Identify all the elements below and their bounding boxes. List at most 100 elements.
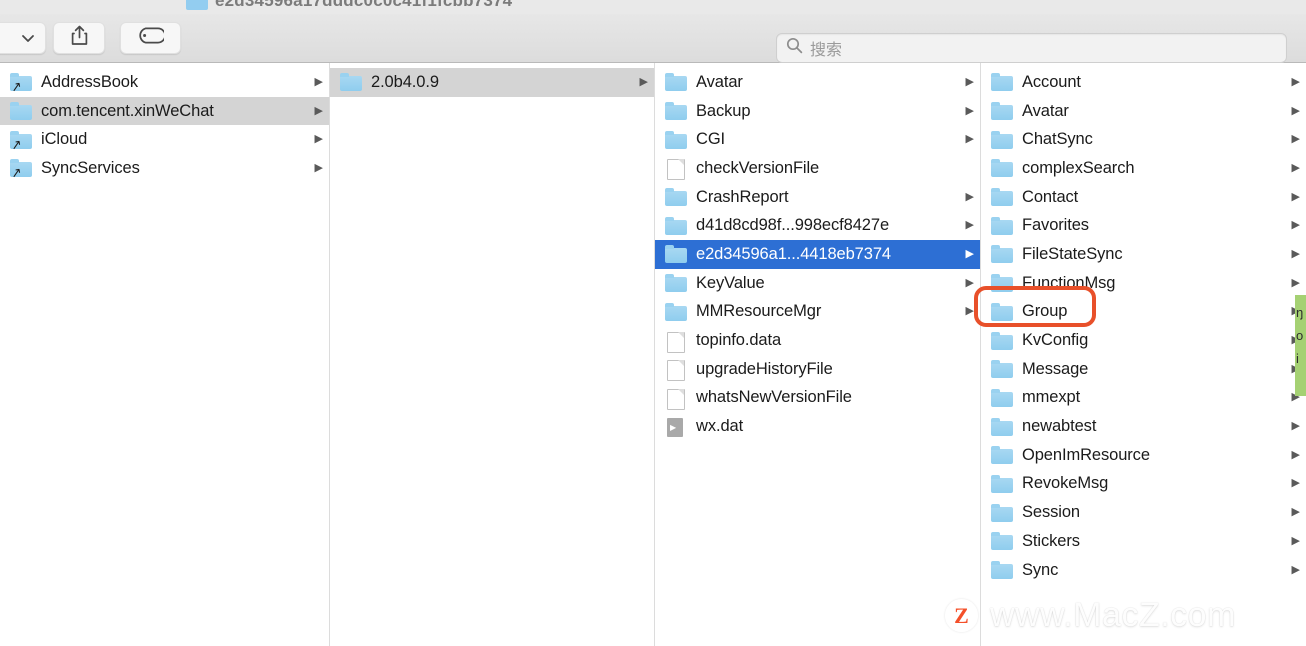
file-row[interactable]: ↗ iCloud ▶: [0, 125, 329, 154]
document-icon: [665, 360, 687, 382]
file-row[interactable]: Avatar ▶: [655, 68, 980, 97]
file-row[interactable]: Message▶: [981, 355, 1306, 384]
folder-icon: [665, 73, 687, 92]
folder-icon: [991, 360, 1013, 379]
search-placeholder: 搜索: [810, 42, 843, 59]
file-name-label: CGI: [696, 130, 726, 149]
disclosure-arrow-icon[interactable]: ▶: [1288, 162, 1300, 174]
file-row[interactable]: checkVersionFile▶: [655, 154, 980, 183]
file-row[interactable]: complexSearch ▶: [981, 154, 1306, 183]
file-row[interactable]: MMResourceMgr ▶: [655, 298, 980, 327]
disclosure-arrow-icon[interactable]: ▶: [1288, 449, 1300, 461]
disclosure-arrow-icon[interactable]: ▶: [1288, 191, 1300, 203]
disclosure-arrow-icon[interactable]: ▶: [1288, 421, 1300, 432]
folder-icon: [665, 302, 687, 321]
file-row[interactable]: Avatar ▶: [981, 97, 1306, 126]
file-row[interactable]: Sync ▶: [981, 556, 1306, 585]
disclosure-arrow-icon[interactable]: ▶: [962, 191, 974, 203]
file-row[interactable]: topinfo.data▶: [655, 326, 980, 355]
file-row[interactable]: CrashReport ▶: [655, 183, 980, 212]
disclosure-arrow-icon[interactable]: ▶: [962, 277, 974, 289]
file-row[interactable]: Favorites ▶: [981, 211, 1306, 240]
file-name-label: SyncServices: [41, 158, 140, 177]
file-name-label: MMResourceMgr: [696, 302, 822, 321]
disclosure-arrow-icon[interactable]: ▶: [962, 134, 974, 145]
column-browser: ↗ AddressBook ▶ com.tencent.xinWeChat ▶ ↗ iClo…: [0, 63, 1306, 646]
file-row[interactable]: whatsNewVersionFile▶: [655, 384, 980, 413]
view-options-button[interactable]: [0, 22, 46, 54]
search-icon: [786, 37, 803, 59]
share-icon: [70, 25, 89, 51]
disclosure-arrow-icon[interactable]: ▶: [962, 306, 974, 317]
file-name-label: ChatSync: [1022, 130, 1093, 149]
folder-icon: [665, 274, 687, 293]
file-row[interactable]: FileStateSync ▶: [981, 240, 1306, 269]
share-button[interactable]: [53, 22, 105, 54]
disclosure-arrow-icon[interactable]: ▶: [962, 76, 974, 88]
file-row[interactable]: CGI ▶: [655, 125, 980, 154]
disclosure-arrow-icon[interactable]: ▶: [1288, 76, 1300, 88]
disclosure-arrow-icon[interactable]: ▶: [962, 248, 974, 260]
file-name-label: Backup: [696, 101, 751, 120]
disclosure-arrow-icon[interactable]: ▶: [311, 76, 323, 88]
folder-alias-icon: ↗: [10, 159, 32, 181]
file-name-label: e2d34596a1...4418eb7374: [696, 244, 891, 263]
file-row[interactable]: wx.dat▶: [655, 412, 980, 441]
file-name-label: Stickers: [1022, 531, 1080, 550]
disclosure-arrow-icon[interactable]: ▶: [962, 220, 974, 231]
file-row[interactable]: KvConfig▶: [981, 326, 1306, 355]
disclosure-arrow-icon[interactable]: ▶: [311, 134, 323, 145]
file-row[interactable]: RevokeMsg ▶: [981, 470, 1306, 499]
disclosure-arrow-icon[interactable]: ▶: [1288, 134, 1300, 145]
file-row[interactable]: Stickers ▶: [981, 527, 1306, 556]
column-4[interactable]: Account ▶ Avatar ▶ ChatSync ▶ complexSearch ▶ Co…: [981, 63, 1306, 646]
file-row[interactable]: Session ▶: [981, 498, 1306, 527]
disclosure-arrow-icon[interactable]: ▶: [311, 162, 323, 174]
disclosure-arrow-icon[interactable]: ▶: [311, 105, 323, 117]
disclosure-arrow-icon[interactable]: ▶: [1288, 507, 1300, 518]
disclosure-arrow-icon[interactable]: ▶: [1288, 277, 1300, 289]
file-name-label: KeyValue: [696, 273, 765, 292]
file-name-label: mmexpt: [1022, 388, 1081, 407]
file-row[interactable]: KeyValue ▶: [655, 269, 980, 298]
disclosure-arrow-icon[interactable]: ▶: [962, 105, 974, 117]
column-1[interactable]: ↗ AddressBook ▶ com.tencent.xinWeChat ▶ ↗ iClo…: [0, 63, 330, 646]
file-row[interactable]: upgradeHistoryFile▶: [655, 355, 980, 384]
file-row[interactable]: Account ▶: [981, 68, 1306, 97]
file-row[interactable]: 2.0b4.0.9 ▶: [330, 68, 654, 97]
file-row[interactable]: ChatSync ▶: [981, 125, 1306, 154]
file-row[interactable]: mmexpt ▶: [981, 384, 1306, 413]
file-row[interactable]: Contact ▶: [981, 183, 1306, 212]
folder-icon: [991, 474, 1013, 493]
file-name-label: Account: [1022, 72, 1081, 91]
disclosure-arrow-icon[interactable]: ▶: [1288, 564, 1300, 576]
folder-icon: [991, 446, 1013, 465]
file-row[interactable]: ↗ SyncServices ▶: [0, 154, 329, 183]
disclosure-arrow-icon[interactable]: ▶: [1288, 535, 1300, 547]
disclosure-arrow-icon[interactable]: ▶: [1288, 478, 1300, 489]
folder-icon: [665, 245, 687, 264]
tag-button[interactable]: [120, 22, 181, 54]
window-title-group: e2d34596a17dddc0c0c41f1fcbb7374: [186, 0, 512, 13]
file-name-label: FunctionMsg: [1022, 273, 1116, 292]
file-row[interactable]: e2d34596a1...4418eb7374 ▶: [655, 240, 980, 269]
file-row[interactable]: newabtest ▶: [981, 412, 1306, 441]
file-name-label: CrashReport: [696, 187, 789, 206]
file-name-label: Session: [1022, 503, 1081, 522]
disclosure-arrow-icon[interactable]: ▶: [1288, 105, 1300, 117]
file-row[interactable]: OpenImResource ▶: [981, 441, 1306, 470]
disclosure-arrow-icon[interactable]: ▶: [1288, 248, 1300, 260]
column-2[interactable]: 2.0b4.0.9 ▶: [330, 63, 655, 646]
disclosure-arrow-icon[interactable]: ▶: [1288, 220, 1300, 231]
file-row[interactable]: d41d8cd98f...998ecf8427e ▶: [655, 211, 980, 240]
file-row[interactable]: Group▶: [981, 298, 1306, 327]
search-field[interactable]: 搜索: [776, 33, 1287, 63]
folder-icon: [10, 102, 32, 121]
folder-icon: [991, 388, 1013, 407]
file-row[interactable]: Backup ▶: [655, 97, 980, 126]
file-row[interactable]: ↗ AddressBook ▶: [0, 68, 329, 97]
column-3[interactable]: Avatar▶Backup▶CGI▶checkVersionFile▶Crash…: [655, 63, 981, 646]
disclosure-arrow-icon[interactable]: ▶: [636, 76, 648, 88]
file-row[interactable]: com.tencent.xinWeChat ▶: [0, 96, 329, 126]
file-row[interactable]: FunctionMsg ▶: [981, 269, 1306, 298]
